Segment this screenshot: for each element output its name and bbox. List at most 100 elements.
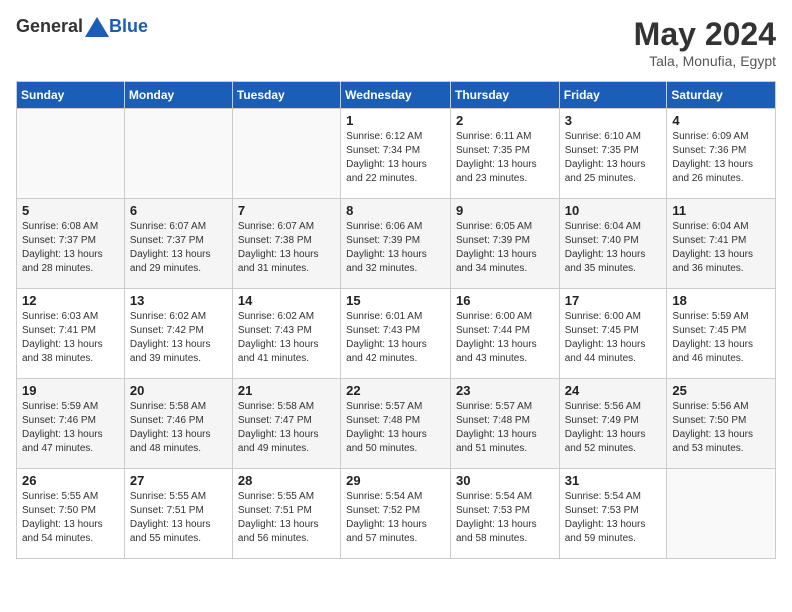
day-info: Sunrise: 6:04 AM Sunset: 7:40 PM Dayligh… [565, 220, 662, 276]
calendar-cell: 8 Sunrise: 6:06 AM Sunset: 7:39 PM Daylig… [341, 199, 451, 289]
day-number: 14 [238, 293, 335, 308]
day-info: Sunrise: 6:12 AM Sunset: 7:34 PM Dayligh… [346, 130, 445, 186]
day-number: 23 [456, 383, 554, 398]
day-number: 15 [346, 293, 445, 308]
day-info: Sunrise: 5:54 AM Sunset: 7:53 PM Dayligh… [456, 490, 554, 546]
day-info: Sunrise: 6:07 AM Sunset: 7:37 PM Dayligh… [130, 220, 227, 276]
calendar-cell: 25 Sunrise: 5:56 AM Sunset: 7:50 PM Dayli… [667, 379, 776, 469]
day-info: Sunrise: 6:02 AM Sunset: 7:42 PM Dayligh… [130, 310, 227, 366]
weekday-header-monday: Monday [124, 82, 232, 109]
day-number: 25 [672, 383, 770, 398]
day-info: Sunrise: 5:55 AM Sunset: 7:51 PM Dayligh… [238, 490, 335, 546]
day-info: Sunrise: 6:11 AM Sunset: 7:35 PM Dayligh… [456, 130, 554, 186]
calendar-cell: 22 Sunrise: 5:57 AM Sunset: 7:48 PM Dayli… [341, 379, 451, 469]
calendar-week-row: 26 Sunrise: 5:55 AM Sunset: 7:50 PM Dayli… [17, 469, 776, 559]
day-info: Sunrise: 6:04 AM Sunset: 7:41 PM Dayligh… [672, 220, 770, 276]
calendar-cell [667, 469, 776, 559]
calendar-cell: 29 Sunrise: 5:54 AM Sunset: 7:52 PM Dayli… [341, 469, 451, 559]
day-info: Sunrise: 5:55 AM Sunset: 7:50 PM Dayligh… [22, 490, 119, 546]
calendar-cell: 12Sunrise: 6:03 AM Sunset: 7:41 PM Dayli… [17, 289, 125, 379]
calendar-cell: 15 Sunrise: 6:01 AM Sunset: 7:43 PM Dayli… [341, 289, 451, 379]
calendar-cell: 9 Sunrise: 6:05 AM Sunset: 7:39 PM Daylig… [450, 199, 559, 289]
day-info: Sunrise: 6:02 AM Sunset: 7:43 PM Dayligh… [238, 310, 335, 366]
day-info: Sunrise: 5:57 AM Sunset: 7:48 PM Dayligh… [456, 400, 554, 456]
page-header: General Blue May 2024 Tala, Monufia, Egy… [16, 16, 776, 69]
day-info: Sunrise: 6:00 AM Sunset: 7:44 PM Dayligh… [456, 310, 554, 366]
calendar-cell: 4 Sunrise: 6:09 AM Sunset: 7:36 PM Daylig… [667, 109, 776, 199]
day-info: Sunrise: 6:08 AM Sunset: 7:37 PM Dayligh… [22, 220, 119, 276]
calendar-cell: 13Sunrise: 6:02 AM Sunset: 7:42 PM Dayli… [124, 289, 232, 379]
calendar-cell: 10 Sunrise: 6:04 AM Sunset: 7:40 PM Dayli… [559, 199, 667, 289]
day-info: Sunrise: 6:10 AM Sunset: 7:35 PM Dayligh… [565, 130, 662, 186]
day-info: Sunrise: 6:09 AM Sunset: 7:36 PM Dayligh… [672, 130, 770, 186]
weekday-header-sunday: Sunday [17, 82, 125, 109]
day-info: Sunrise: 5:59 AM Sunset: 7:46 PM Dayligh… [22, 400, 119, 456]
calendar-cell: 21Sunrise: 5:58 AM Sunset: 7:47 PM Dayli… [232, 379, 340, 469]
day-number: 4 [672, 113, 770, 128]
calendar-cell: 28 Sunrise: 5:55 AM Sunset: 7:51 PM Dayli… [232, 469, 340, 559]
calendar-cell: 3Sunrise: 6:10 AM Sunset: 7:35 PM Daylig… [559, 109, 667, 199]
calendar-cell: 1 Sunrise: 6:12 AM Sunset: 7:34 PM Daylig… [341, 109, 451, 199]
day-number: 29 [346, 473, 445, 488]
day-number: 7 [238, 203, 335, 218]
day-number: 8 [346, 203, 445, 218]
day-number: 6 [130, 203, 227, 218]
day-number: 20 [130, 383, 227, 398]
day-info: Sunrise: 5:56 AM Sunset: 7:49 PM Dayligh… [565, 400, 662, 456]
calendar-cell: 26 Sunrise: 5:55 AM Sunset: 7:50 PM Dayli… [17, 469, 125, 559]
weekday-header-thursday: Thursday [450, 82, 559, 109]
day-number: 19 [22, 383, 119, 398]
day-info: Sunrise: 6:06 AM Sunset: 7:39 PM Dayligh… [346, 220, 445, 276]
day-number: 2 [456, 113, 554, 128]
logo-general-text: General [16, 16, 83, 37]
weekday-header-tuesday: Tuesday [232, 82, 340, 109]
location-subtitle: Tala, Monufia, Egypt [634, 53, 776, 69]
day-number: 21 [238, 383, 335, 398]
day-number: 17 [565, 293, 662, 308]
day-info: Sunrise: 5:56 AM Sunset: 7:50 PM Dayligh… [672, 400, 770, 456]
day-number: 26 [22, 473, 119, 488]
day-number: 1 [346, 113, 445, 128]
day-number: 12 [22, 293, 119, 308]
calendar-cell: 11 Sunrise: 6:04 AM Sunset: 7:41 PM Dayli… [667, 199, 776, 289]
day-info: Sunrise: 5:57 AM Sunset: 7:48 PM Dayligh… [346, 400, 445, 456]
weekday-header-friday: Friday [559, 82, 667, 109]
day-number: 18 [672, 293, 770, 308]
day-number: 31 [565, 473, 662, 488]
day-number: 27 [130, 473, 227, 488]
logo-blue-text: Blue [109, 16, 148, 37]
calendar-cell: 20 Sunrise: 5:58 AM Sunset: 7:46 PM Dayli… [124, 379, 232, 469]
day-number: 11 [672, 203, 770, 218]
calendar-table: SundayMondayTuesdayWednesdayThursdayFrid… [16, 81, 776, 559]
calendar-cell: 18Sunrise: 5:59 AM Sunset: 7:45 PM Dayli… [667, 289, 776, 379]
day-info: Sunrise: 6:01 AM Sunset: 7:43 PM Dayligh… [346, 310, 445, 366]
weekday-header-wednesday: Wednesday [341, 82, 451, 109]
logo: General Blue [16, 16, 148, 37]
day-number: 24 [565, 383, 662, 398]
day-info: Sunrise: 6:07 AM Sunset: 7:38 PM Dayligh… [238, 220, 335, 276]
day-number: 10 [565, 203, 662, 218]
day-info: Sunrise: 5:58 AM Sunset: 7:46 PM Dayligh… [130, 400, 227, 456]
calendar-cell: 7 Sunrise: 6:07 AM Sunset: 7:38 PM Daylig… [232, 199, 340, 289]
calendar-week-row: 1 Sunrise: 6:12 AM Sunset: 7:34 PM Daylig… [17, 109, 776, 199]
calendar-cell: 23 Sunrise: 5:57 AM Sunset: 7:48 PM Dayli… [450, 379, 559, 469]
calendar-cell: 6 Sunrise: 6:07 AM Sunset: 7:37 PM Daylig… [124, 199, 232, 289]
title-block: May 2024 Tala, Monufia, Egypt [634, 16, 776, 69]
day-number: 30 [456, 473, 554, 488]
calendar-cell [17, 109, 125, 199]
day-number: 28 [238, 473, 335, 488]
calendar-cell: 31 Sunrise: 5:54 AM Sunset: 7:53 PM Dayli… [559, 469, 667, 559]
day-info: Sunrise: 5:54 AM Sunset: 7:52 PM Dayligh… [346, 490, 445, 546]
calendar-cell [232, 109, 340, 199]
day-number: 9 [456, 203, 554, 218]
day-info: Sunrise: 5:54 AM Sunset: 7:53 PM Dayligh… [565, 490, 662, 546]
calendar-cell: 30 Sunrise: 5:54 AM Sunset: 7:53 PM Dayli… [450, 469, 559, 559]
calendar-cell: 14 Sunrise: 6:02 AM Sunset: 7:43 PM Dayli… [232, 289, 340, 379]
day-info: Sunrise: 6:05 AM Sunset: 7:39 PM Dayligh… [456, 220, 554, 276]
calendar-cell: 24 Sunrise: 5:56 AM Sunset: 7:49 PM Dayli… [559, 379, 667, 469]
weekday-header-row: SundayMondayTuesdayWednesdayThursdayFrid… [17, 82, 776, 109]
calendar-cell: 27Sunrise: 5:55 AM Sunset: 7:51 PM Dayli… [124, 469, 232, 559]
weekday-header-saturday: Saturday [667, 82, 776, 109]
day-number: 22 [346, 383, 445, 398]
calendar-cell [124, 109, 232, 199]
